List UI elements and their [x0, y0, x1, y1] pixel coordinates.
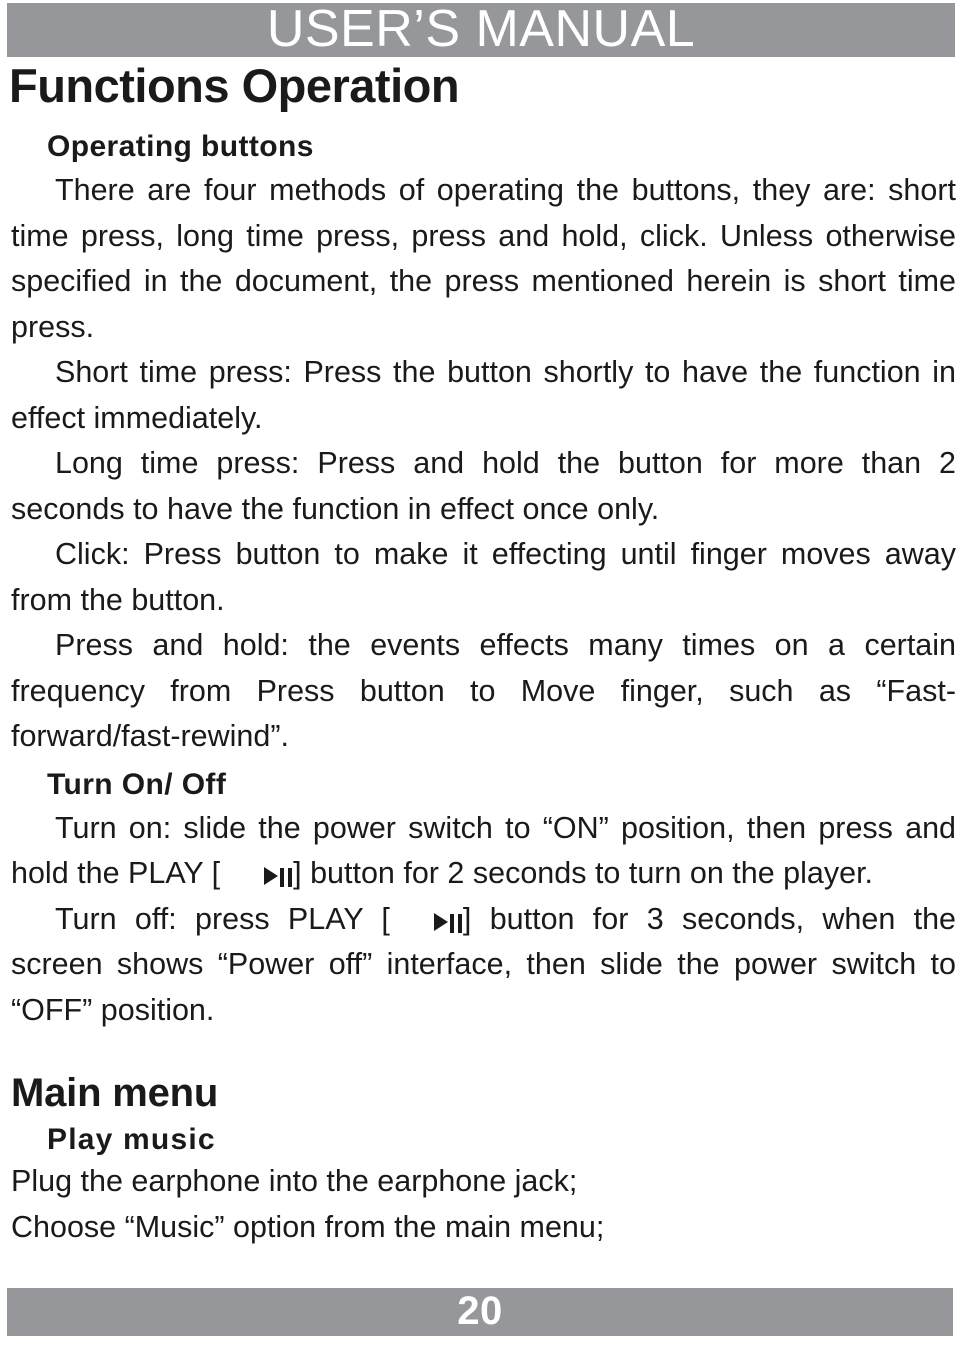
- paragraph-turn-off: Turn off: press PLAY [] button for 3 sec…: [11, 897, 956, 1034]
- paragraph-click: Click: Press button to make it effecting…: [11, 537, 956, 617]
- page-content: Operating buttons There are four methods…: [11, 128, 956, 1250]
- paragraph-four-methods: There are four methods of operating the …: [11, 173, 956, 344]
- subheading-operating-buttons: Operating buttons: [47, 130, 314, 163]
- turn-on-text-after-icon: ] button for 2 seconds to turn on the pl…: [293, 856, 874, 890]
- play-triangle-icon: [264, 867, 279, 885]
- play-pause-icon: [390, 898, 463, 944]
- section-heading-main-menu: Main menu: [11, 1071, 219, 1115]
- paragraph-short-time-press: Short time press: Press the button short…: [11, 355, 956, 435]
- chapter-title: Functions Operation: [9, 59, 460, 112]
- paragraph-long-time-press: Long time press: Press and hold the butt…: [11, 446, 956, 526]
- page-number: 20: [457, 1289, 503, 1333]
- paragraph-press-and-hold: Press and hold: the events effects many …: [11, 628, 956, 753]
- subheading-turn-on-off: Turn On/ Off: [47, 767, 227, 801]
- manual-banner-title: USER’S MANUAL: [266, 0, 696, 58]
- header-banner: USER’S MANUAL: [7, 0, 955, 58]
- manual-page: USER’S MANUAL Functions Operation Operat…: [0, 0, 960, 1351]
- subheading-play-music: Play music: [47, 1123, 216, 1156]
- play-pause-icon: [220, 852, 294, 898]
- paragraph-plug-earphone: Plug the earphone into the earphone jack…: [11, 1164, 578, 1198]
- paragraph-choose-music: Choose “Music” option from the main menu…: [11, 1209, 605, 1244]
- paragraph-turn-on: Turn on: slide the power switch to “ON” …: [11, 806, 956, 897]
- pause-bars-icon: [449, 913, 463, 933]
- turn-off-text-before-icon: Turn off: press PLAY [: [55, 901, 390, 936]
- footer-banner: 20: [7, 1288, 953, 1336]
- play-triangle-icon: [433, 912, 448, 931]
- pause-bars-icon: [280, 868, 294, 887]
